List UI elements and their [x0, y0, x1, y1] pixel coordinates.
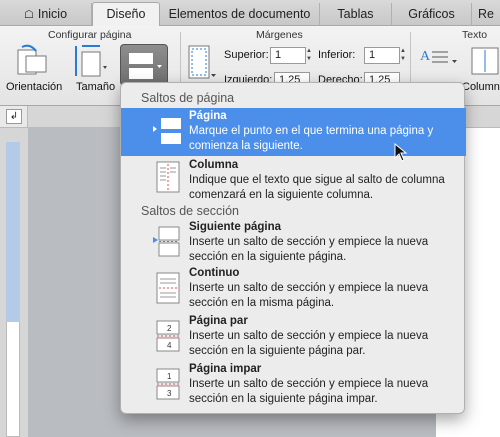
item-description: Inserte un salto de sección y empiece la… [189, 282, 429, 309]
tab-label: Tablas [337, 7, 374, 21]
section-header-section-breaks: Saltos de sección [141, 204, 239, 218]
margins-icon[interactable] [187, 44, 217, 84]
group-title-text: Texto [462, 29, 488, 41]
menu-item-columna[interactable]: Columna Indique que el texto que sigue a… [121, 156, 466, 202]
column-break-icon [156, 161, 180, 193]
ribbon-tab-bar: ☖ Inicio Diseño Elementos de documento Ta… [0, 0, 500, 26]
item-title: Columna [189, 159, 239, 171]
item-title: Siguiente página [189, 221, 282, 233]
item-description: Inserte un salto de sección y empiece la… [189, 330, 429, 357]
orientation-label[interactable]: Orientación [6, 81, 62, 93]
item-title: Página [189, 110, 227, 122]
tab-diseno[interactable]: Diseño [92, 2, 160, 26]
menu-item-pagina-par[interactable]: 2 4 Página par Inserte un salto de secci… [121, 315, 466, 363]
group-title-config: Configurar página [48, 29, 132, 41]
item-title: Continuo [189, 267, 240, 279]
ruler-corner: ↲ [0, 106, 28, 128]
breaks-dropdown-menu: Saltos de página Página Marque el punto … [120, 82, 466, 414]
item-title: Página par [189, 315, 248, 327]
ruler-margin-highlight [6, 142, 20, 322]
text-direction-icon[interactable]: A [418, 46, 462, 76]
inferior-stepper[interactable]: ▲ ▼ [398, 47, 408, 64]
menu-item-pagina-impar[interactable]: 1 3 Página impar Inserte un salto de sec… [121, 363, 466, 411]
tab-revision[interactable]: Re [472, 3, 500, 25]
item-title: Página impar [189, 363, 262, 375]
columns-icon[interactable] [470, 46, 500, 76]
svg-text:2: 2 [167, 324, 172, 333]
page-break-icon [153, 118, 181, 144]
item-description: Inserte un salto de sección y empiece la… [189, 236, 429, 263]
breaks-button[interactable] [120, 44, 168, 86]
tab-label: Elementos de documento [168, 7, 311, 21]
next-page-break-icon [153, 226, 180, 257]
superior-label: Superior: [224, 49, 269, 61]
superior-stepper[interactable]: ▲ ▼ [304, 47, 314, 64]
tab-label: Re [478, 7, 494, 21]
tab-stop-selector[interactable]: ↲ [6, 109, 22, 124]
vertical-ruler[interactable] [0, 128, 28, 437]
tab-label: Diseño [106, 7, 146, 21]
tab-graficos[interactable]: Gráficos [392, 3, 472, 25]
menu-item-continuo[interactable]: Continuo Inserte un salto de sección y e… [121, 267, 466, 315]
item-description: Indique que el texto que sigue al salto … [189, 174, 445, 201]
item-description: Inserte un salto de sección y empiece la… [189, 378, 429, 405]
page-size-icon[interactable] [74, 44, 108, 78]
odd-page-break-icon: 1 3 [156, 368, 180, 400]
home-icon: ☖ [23, 9, 34, 21]
svg-text:1: 1 [167, 372, 172, 381]
inferior-label: Inferior: [318, 49, 356, 61]
tab-label: Gráficos [408, 7, 455, 21]
tab-label: Inicio [37, 7, 68, 21]
menu-item-siguiente-pagina[interactable]: Siguiente página Inserte un salto de sec… [121, 221, 466, 267]
breaks-icon [129, 53, 162, 79]
mouse-pointer-icon [394, 143, 408, 162]
tab-tablas[interactable]: Tablas [320, 3, 392, 25]
orientation-icon[interactable] [16, 44, 48, 78]
group-title-margins: Márgenes [256, 29, 303, 41]
svg-text:4: 4 [167, 341, 172, 350]
menu-item-pagina[interactable]: Página Marque el punto en el que termina… [121, 108, 466, 156]
inferior-input[interactable]: 1 [364, 47, 400, 64]
even-page-break-icon: 2 4 [156, 320, 180, 352]
continuous-break-icon [156, 272, 180, 304]
svg-text:3: 3 [167, 389, 172, 398]
superior-input[interactable]: 1 [270, 47, 306, 64]
size-label[interactable]: Tamaño [76, 81, 115, 93]
item-description: Marque el punto en el que termina una pá… [189, 125, 434, 152]
tab-elementos-documento[interactable]: Elementos de documento [160, 3, 320, 25]
section-header-page-breaks: Saltos de página [141, 91, 235, 105]
tab-inicio[interactable]: ☖ Inicio [0, 3, 92, 25]
columns-label[interactable]: Columnas [462, 81, 500, 93]
svg-text:A: A [420, 49, 431, 64]
